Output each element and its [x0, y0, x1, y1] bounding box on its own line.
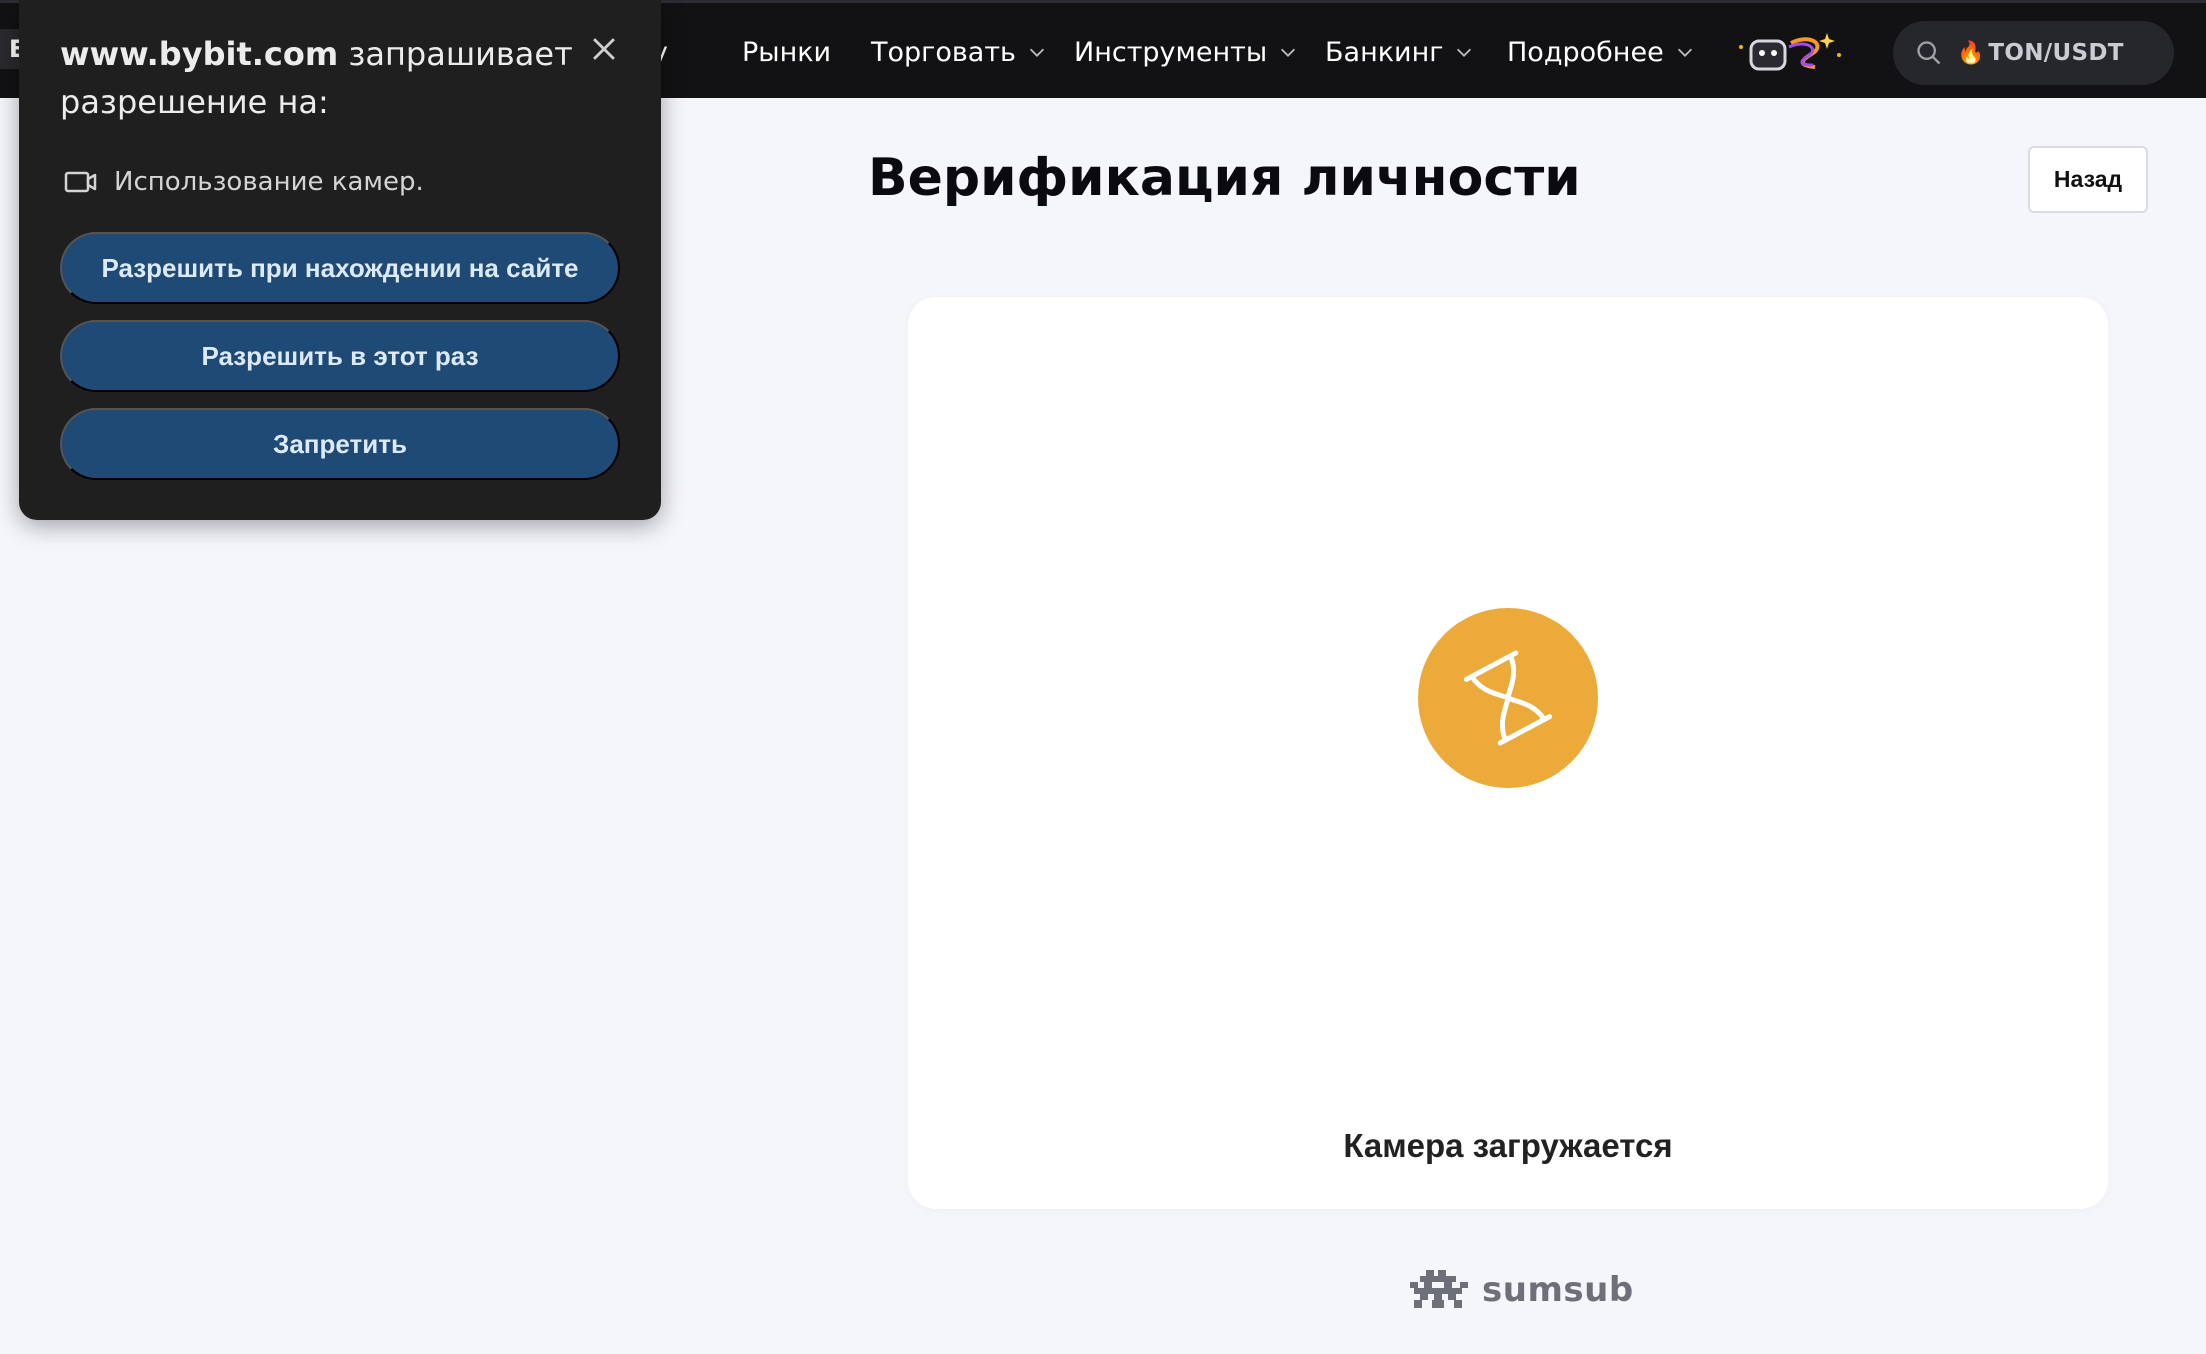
hourglass-icon	[1463, 650, 1553, 746]
nav-item-tools[interactable]: Инструменты	[1074, 27, 1299, 77]
permission-item: Использование камер.	[64, 162, 424, 202]
nav-item-label: Подробнее	[1507, 36, 1664, 68]
camera-permission-dialog: www.bybit.com запрашивает разрешение на:…	[19, 0, 661, 520]
video-camera-icon	[64, 171, 97, 193]
loading-indicator	[1418, 608, 1598, 788]
camera-loading-status: Камера загружается	[1343, 1127, 1673, 1164]
allow-once-button[interactable]: Разрешить в этот раз	[60, 320, 620, 392]
nav-item-label: Торговать	[871, 36, 1016, 68]
requesting-site: www.bybit.com	[60, 35, 339, 73]
camera-card: Камера загружается	[908, 297, 2108, 1209]
chevron-down-icon	[1677, 48, 1692, 57]
search-input[interactable]: 🔥 TON/USDT	[1893, 21, 2174, 85]
nav-item-trade[interactable]: Торговать	[871, 27, 1048, 77]
chevron-down-icon	[1029, 48, 1045, 57]
permission-title: www.bybit.com запрашивает разрешение на:	[60, 30, 580, 126]
allow-on-site-button[interactable]: Разрешить при нахождении на сайте	[60, 232, 620, 304]
nav-item-banking[interactable]: Банкинг	[1325, 27, 1475, 77]
fire-icon: 🔥	[1957, 40, 1985, 66]
page-title: Верификация личности	[868, 148, 1581, 208]
nav-item-label: Рынки	[742, 36, 832, 68]
nav-item-more[interactable]: Подробнее	[1507, 27, 1696, 77]
sumsub-label: sumsub	[1482, 1270, 1634, 1310]
permission-item-label: Использование камер.	[114, 167, 424, 197]
search-icon	[1917, 41, 1941, 65]
sumsub-logo-icon	[1410, 1270, 1468, 1308]
back-button[interactable]: Назад	[2028, 146, 2148, 213]
nav-item-label: Банкинг	[1325, 36, 1444, 68]
nav-item-markets[interactable]: Рынки	[742, 27, 831, 77]
chevron-down-icon	[1457, 48, 1472, 57]
promo-mascot-icon[interactable]	[1733, 25, 1843, 81]
deny-button[interactable]: Запретить	[60, 408, 620, 480]
nav-item-label: Инструменты	[1074, 36, 1268, 68]
close-icon[interactable]	[587, 32, 621, 66]
chevron-down-icon	[1281, 48, 1296, 57]
sumsub-branding: sumsub	[1406, 1266, 1634, 1314]
search-value: TON/USDT	[1988, 40, 2124, 66]
